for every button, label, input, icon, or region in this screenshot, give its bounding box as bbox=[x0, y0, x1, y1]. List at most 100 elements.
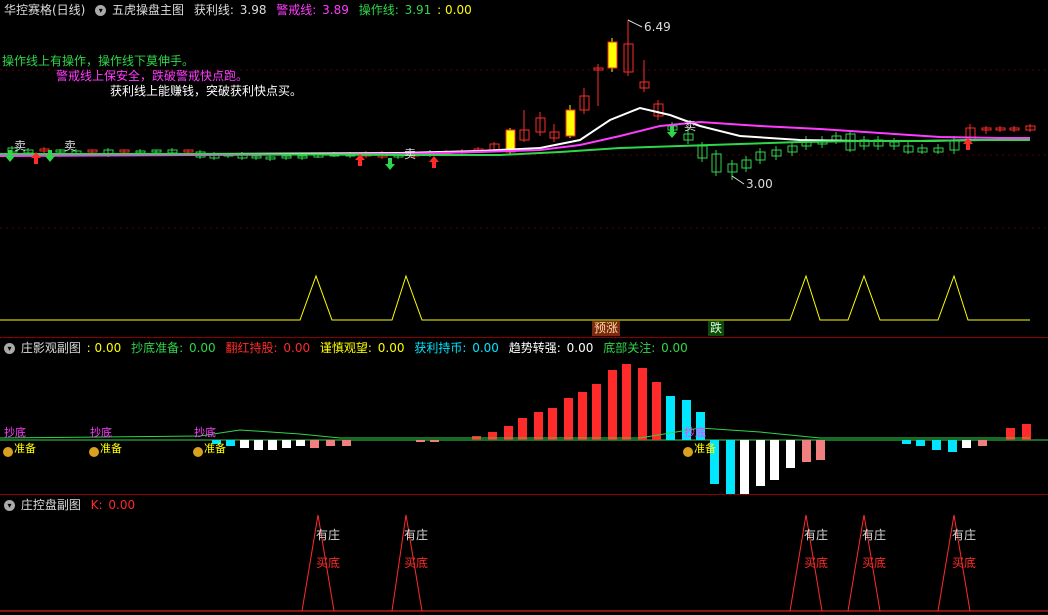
sub1-title[interactable]: 庄影观副图 bbox=[21, 341, 81, 355]
has-dealer-label: 有庄 bbox=[804, 527, 828, 542]
high-pointer bbox=[627, 19, 643, 28]
histogram-bar bbox=[488, 432, 497, 440]
histogram-bar bbox=[786, 440, 795, 468]
trend-line bbox=[0, 427, 1030, 439]
histogram-bar bbox=[282, 440, 291, 448]
buy-bottom-label: 买底 bbox=[316, 555, 340, 570]
histogram-bar bbox=[342, 440, 351, 446]
op-line-value: 3.91 bbox=[404, 3, 432, 17]
money-bag-icon bbox=[89, 447, 99, 457]
profit-line-label: 获利线: bbox=[193, 3, 234, 17]
sub1-menu-icon[interactable]: ▾ bbox=[4, 343, 15, 354]
prep-label: 准备 bbox=[694, 441, 716, 455]
sub2-k-value: 0.00 bbox=[108, 498, 136, 512]
buy-bottom-label: 买底 bbox=[952, 555, 976, 570]
histogram-bar bbox=[962, 440, 971, 448]
has-dealer-label: 有庄 bbox=[952, 527, 976, 542]
sub1-l5: 趋势转强: bbox=[508, 341, 561, 355]
buy-arrow-icon bbox=[429, 156, 439, 168]
main-chart-canvas[interactable]: 6.493.00卖卖卖卖 bbox=[0, 0, 1048, 337]
bottom-label: 抄底 bbox=[194, 425, 216, 439]
sub2-menu-icon[interactable]: ▾ bbox=[4, 500, 15, 511]
histogram-bar bbox=[756, 440, 765, 486]
prep-label: 准备 bbox=[100, 441, 122, 455]
histogram-bar bbox=[652, 382, 661, 440]
sub1-v2: 0.00 bbox=[283, 341, 311, 355]
bottom-label: 抄底 bbox=[684, 425, 706, 439]
money-bag-icon bbox=[3, 447, 13, 457]
histogram-bar bbox=[518, 418, 527, 440]
histogram-bar bbox=[240, 440, 249, 448]
indicator-menu-icon[interactable]: ▾ bbox=[95, 5, 107, 16]
histogram-bar bbox=[816, 440, 825, 460]
histogram-bar bbox=[770, 440, 779, 480]
sub1-v1: 0.00 bbox=[188, 341, 216, 355]
indicator-name[interactable]: 五虎操盘主图 bbox=[112, 3, 184, 17]
bottom-label: 抄底 bbox=[4, 425, 26, 439]
sub1-header: ▾ 庄影观副图 : 0.00 抄底准备: 0.00 翻红持股: 0.00 谨慎观… bbox=[0, 338, 1048, 358]
high-price-label: 6.49 bbox=[644, 20, 671, 34]
histogram-bar bbox=[948, 440, 957, 452]
prep-label: 准备 bbox=[204, 441, 226, 455]
sell-arrow-icon bbox=[385, 158, 395, 170]
histogram-bar bbox=[932, 440, 941, 450]
buy-bottom-label: 买底 bbox=[404, 555, 428, 570]
histogram-bar bbox=[638, 368, 647, 440]
histogram-bar bbox=[802, 440, 811, 462]
sell-label: 卖 bbox=[404, 147, 416, 161]
histogram-bar bbox=[564, 398, 573, 440]
note-profit-line: 获利线上能赚钱，突破获利快点买。 bbox=[110, 84, 303, 98]
money-bag-icon bbox=[683, 447, 693, 457]
sell-label: 卖 bbox=[684, 119, 696, 133]
tag-pre-rise: 预涨 bbox=[592, 321, 621, 336]
histogram-bar bbox=[416, 440, 425, 442]
histogram-bar bbox=[608, 370, 617, 440]
sub2-k-label: K: bbox=[90, 498, 103, 512]
histogram-bar bbox=[902, 440, 911, 444]
histogram-bar bbox=[592, 384, 601, 440]
main-header: 华控赛格(日线) ▾ 五虎操盘主图 获利线: 3.98 警戒线: 3.89 操作… bbox=[0, 0, 1048, 20]
sub1-l3: 谨慎观望: bbox=[319, 341, 372, 355]
candle-body-highlight bbox=[607, 41, 618, 69]
sub-chart-1-canvas[interactable]: 抄底准备 抄底准备 抄底准备 抄底准备 bbox=[0, 338, 1048, 494]
candle-body-highlight bbox=[565, 109, 576, 137]
histogram-bar bbox=[254, 440, 263, 450]
buy-bottom-label: 买底 bbox=[804, 555, 828, 570]
histogram-bar bbox=[726, 440, 735, 494]
sub1-l1: 抄底准备: bbox=[131, 341, 184, 355]
histogram-bar bbox=[310, 440, 319, 448]
warn-line-label: 警戒线: bbox=[276, 3, 317, 17]
tag-fall: 跌 bbox=[708, 321, 725, 336]
sell-label: 卖 bbox=[14, 139, 26, 153]
warn-line-value: 3.89 bbox=[322, 3, 349, 17]
main-chart-panel[interactable]: 6.49 3.00 卖卖卖卖 华控赛格(日线) ▾ 五虎操盘主图 获利线: 3.98… bbox=[0, 0, 1048, 337]
sub1-v4: 0.00 bbox=[472, 341, 499, 355]
prep-label: 准备 bbox=[14, 441, 36, 455]
histogram-bar bbox=[268, 440, 277, 450]
low-pointer bbox=[731, 175, 745, 185]
stock-title: 华控赛格(日线) bbox=[4, 3, 86, 17]
histogram-bar bbox=[430, 440, 439, 442]
bottom-label: 抄底 bbox=[90, 425, 112, 439]
sub1-v6: 0.00 bbox=[661, 341, 688, 355]
histogram-bar bbox=[226, 440, 235, 446]
sub1-v3: 0.00 bbox=[377, 341, 405, 355]
sub1-l4: 获利持币: bbox=[414, 341, 467, 355]
has-dealer-label: 有庄 bbox=[316, 527, 340, 542]
sub-chart-2-panel[interactable]: 有庄 买底 有庄 买底 有庄 买底 有庄 买底 有庄 买底 ▾ 庄控盘副图 K: 0.00 bbox=[0, 495, 1048, 615]
has-dealer-label: 有庄 bbox=[404, 527, 428, 542]
op-line-label: 操作线: bbox=[358, 3, 399, 17]
sub-chart-1-panel[interactable]: 抄底准备 抄底准备 抄底准备 抄底准备 ▾ 庄影观副图 : 0.00 抄底准备: 0.… bbox=[0, 338, 1048, 494]
histogram-bar bbox=[534, 412, 543, 440]
histogram-bar bbox=[740, 440, 749, 494]
money-bag-icon bbox=[193, 447, 203, 457]
sub1-v0: : 0.00 bbox=[86, 341, 122, 355]
sell-arrow-icon bbox=[45, 150, 55, 162]
sub1-v5: 0.00 bbox=[566, 341, 594, 355]
histogram-bar bbox=[578, 392, 587, 440]
histogram-bar bbox=[326, 440, 335, 446]
buy-bottom-label: 买底 bbox=[862, 555, 886, 570]
histogram-bar bbox=[296, 440, 305, 446]
histogram-bar bbox=[622, 364, 631, 440]
sub2-title[interactable]: 庄控盘副图 bbox=[21, 498, 81, 512]
